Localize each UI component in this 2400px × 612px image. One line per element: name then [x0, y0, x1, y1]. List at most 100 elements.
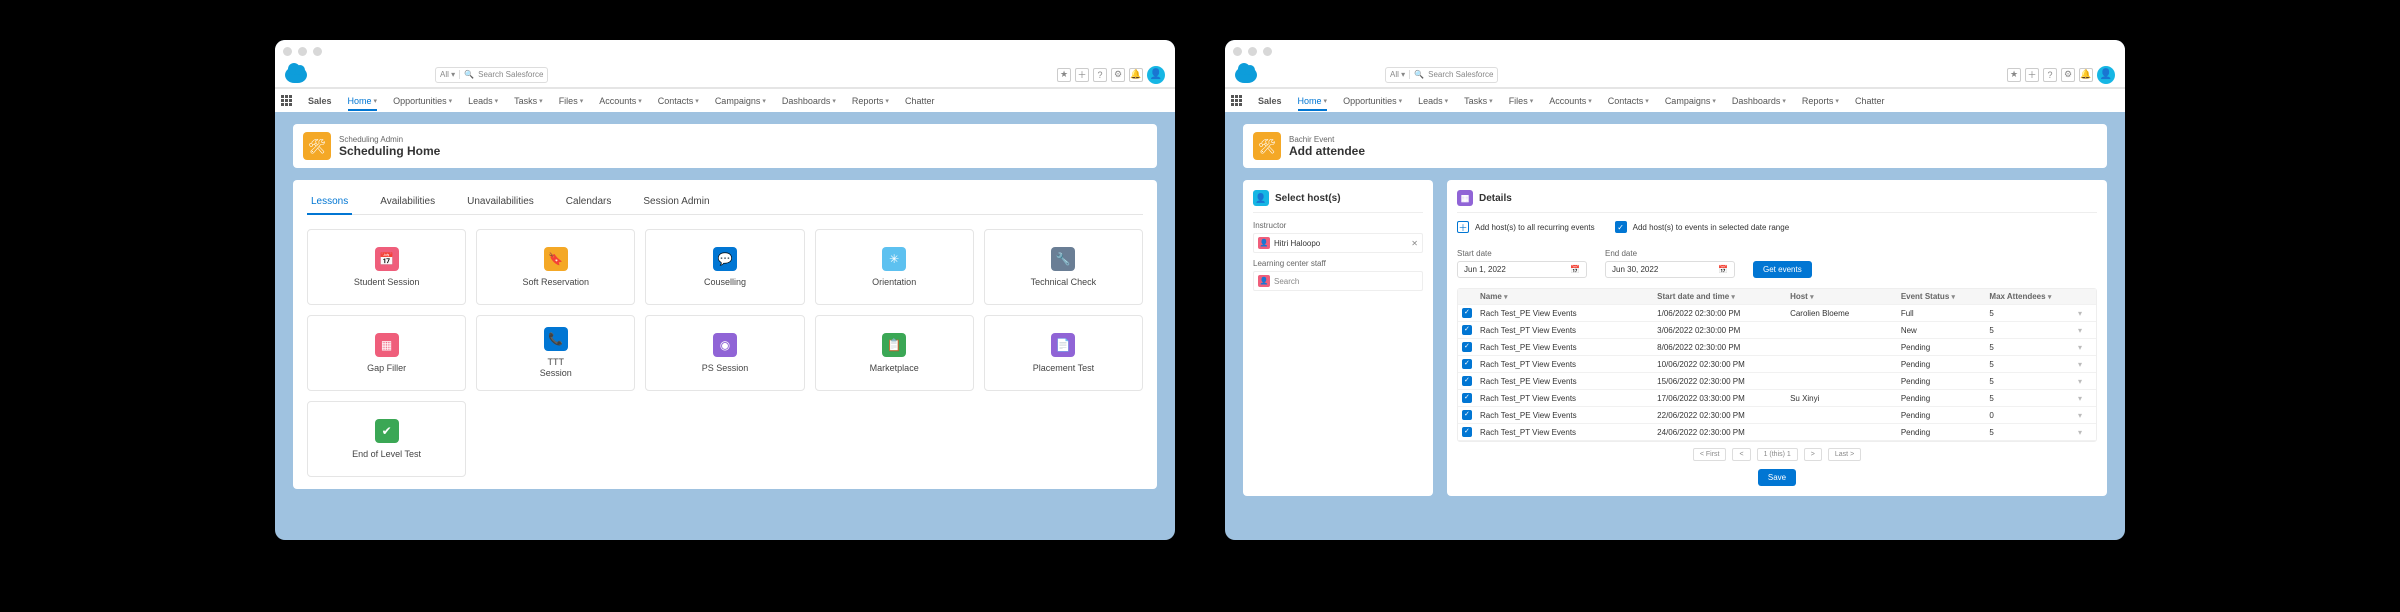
lesson-card[interactable]: ✔End of Level Test	[307, 401, 466, 477]
row-checkbox[interactable]	[1462, 393, 1472, 403]
lesson-card[interactable]: 💬Couselling	[645, 229, 804, 305]
nav-tasks[interactable]: Tasks▾	[1464, 96, 1493, 106]
row-checkbox[interactable]	[1462, 325, 1472, 335]
option-date-range[interactable]: ✓Add host(s) to events in selected date …	[1615, 221, 1790, 233]
nav-dashboards[interactable]: Dashboards▾	[782, 96, 836, 106]
save-button[interactable]: Save	[1758, 469, 1796, 486]
instructor-pill[interactable]: 👤 Hitri Haloopo ✕	[1253, 233, 1423, 253]
user-avatar[interactable]: 👤	[1147, 66, 1165, 84]
favorites-icon[interactable]: ★	[1057, 68, 1071, 82]
end-date-input[interactable]: Jun 30, 2022📅	[1605, 261, 1735, 278]
table-row[interactable]: Rach Test_PT View Events17/06/2022 03:30…	[1458, 390, 2096, 407]
setup-gear-icon[interactable]: ⚙	[1111, 68, 1125, 82]
global-search[interactable]: All ▾ 🔍 Search Salesforce	[435, 67, 548, 83]
row-menu-icon[interactable]: ▾	[2078, 394, 2092, 403]
row-checkbox[interactable]	[1462, 410, 1472, 420]
nav-chatter[interactable]: Chatter	[1855, 96, 1885, 106]
traffic-light-max[interactable]	[313, 47, 322, 56]
search-scope[interactable]: All ▾	[440, 70, 460, 79]
lesson-card[interactable]: 📞TTTSession	[476, 315, 635, 391]
row-checkbox[interactable]	[1462, 359, 1472, 369]
get-events-button[interactable]: Get events	[1753, 261, 1812, 278]
row-menu-icon[interactable]: ▾	[2078, 343, 2092, 352]
traffic-light-close[interactable]	[1233, 47, 1242, 56]
row-menu-icon[interactable]: ▾	[2078, 309, 2092, 318]
row-checkbox[interactable]	[1462, 308, 1472, 318]
tab-lessons[interactable]: Lessons	[307, 192, 352, 215]
pager-first[interactable]: < First	[1693, 448, 1727, 461]
lesson-card[interactable]: 📅Student Session	[307, 229, 466, 305]
nav-campaigns[interactable]: Campaigns▾	[1665, 96, 1716, 106]
nav-reports[interactable]: Reports▾	[852, 96, 889, 106]
lesson-card[interactable]: 📋Marketplace	[815, 315, 974, 391]
lesson-card[interactable]: 📄Placement Test	[984, 315, 1143, 391]
add-icon[interactable]: ＋	[1075, 68, 1089, 82]
lesson-card[interactable]: ✳Orientation	[815, 229, 974, 305]
table-row[interactable]: Rach Test_PE View Events1/06/2022 02:30:…	[1458, 305, 2096, 322]
traffic-light-min[interactable]	[298, 47, 307, 56]
table-row[interactable]: Rach Test_PT View Events10/06/2022 02:30…	[1458, 356, 2096, 373]
option-all-recurring[interactable]: ＋Add host(s) to all recurring events	[1457, 221, 1595, 233]
table-row[interactable]: Rach Test_PE View Events15/06/2022 02:30…	[1458, 373, 2096, 390]
nav-accounts[interactable]: Accounts▾	[599, 96, 642, 106]
traffic-light-close[interactable]	[283, 47, 292, 56]
row-menu-icon[interactable]: ▾	[2078, 377, 2092, 386]
row-menu-icon[interactable]: ▾	[2078, 326, 2092, 335]
row-checkbox[interactable]	[1462, 342, 1472, 352]
pager-prev[interactable]: <	[1732, 448, 1750, 461]
tab-availabilities[interactable]: Availabilities	[376, 192, 439, 214]
row-checkbox[interactable]	[1462, 427, 1472, 437]
col-status[interactable]: Event Status ▾	[1901, 292, 1990, 301]
start-date-input[interactable]: Jun 1, 2022📅	[1457, 261, 1587, 278]
nav-opportunities[interactable]: Opportunities▾	[1343, 96, 1402, 106]
table-row[interactable]: Rach Test_PE View Events22/06/2022 02:30…	[1458, 407, 2096, 424]
nav-contacts[interactable]: Contacts▾	[658, 96, 699, 106]
app-launcher-icon[interactable]	[281, 95, 292, 106]
user-avatar[interactable]: 👤	[2097, 66, 2115, 84]
nav-accounts[interactable]: Accounts▾	[1549, 96, 1592, 106]
nav-leads[interactable]: Leads▾	[1418, 96, 1448, 106]
nav-tasks[interactable]: Tasks▾	[514, 96, 543, 106]
nav-reports[interactable]: Reports▾	[1802, 96, 1839, 106]
app-launcher-icon[interactable]	[1231, 95, 1242, 106]
nav-files[interactable]: Files▾	[559, 96, 584, 106]
lesson-card[interactable]: 🔖Soft Reservation	[476, 229, 635, 305]
pager-last[interactable]: Last >	[1828, 448, 1861, 461]
nav-contacts[interactable]: Contacts▾	[1608, 96, 1649, 106]
row-menu-icon[interactable]: ▾	[2078, 360, 2092, 369]
col-start[interactable]: Start date and time ▾	[1657, 292, 1790, 301]
nav-home[interactable]: Home▾	[348, 96, 378, 111]
row-menu-icon[interactable]: ▾	[2078, 411, 2092, 420]
nav-leads[interactable]: Leads▾	[468, 96, 498, 106]
help-icon[interactable]: ?	[2043, 68, 2057, 82]
nav-chatter[interactable]: Chatter	[905, 96, 935, 106]
col-max[interactable]: Max Attendees ▾	[1989, 292, 2078, 301]
tab-session-admin[interactable]: Session Admin	[639, 192, 713, 214]
lesson-card[interactable]: ◉PS Session	[645, 315, 804, 391]
staff-search[interactable]: 👤 Search	[1253, 271, 1423, 291]
lesson-card[interactable]: ▦Gap Filler	[307, 315, 466, 391]
favorites-icon[interactable]: ★	[2007, 68, 2021, 82]
row-checkbox[interactable]	[1462, 376, 1472, 386]
traffic-light-max[interactable]	[1263, 47, 1272, 56]
remove-instructor-icon[interactable]: ✕	[1411, 239, 1418, 248]
search-scope[interactable]: All ▾	[1390, 70, 1410, 79]
notifications-bell-icon[interactable]: 🔔	[2079, 68, 2093, 82]
nav-dashboards[interactable]: Dashboards▾	[1732, 96, 1786, 106]
global-search[interactable]: All ▾ 🔍 Search Salesforce	[1385, 67, 1498, 83]
col-name[interactable]: Name ▾	[1480, 292, 1657, 301]
tab-calendars[interactable]: Calendars	[562, 192, 616, 214]
col-host[interactable]: Host ▾	[1790, 292, 1901, 301]
table-row[interactable]: Rach Test_PT View Events3/06/2022 02:30:…	[1458, 322, 2096, 339]
notifications-bell-icon[interactable]: 🔔	[1129, 68, 1143, 82]
nav-home[interactable]: Home▾	[1298, 96, 1328, 111]
add-icon[interactable]: ＋	[2025, 68, 2039, 82]
lesson-card[interactable]: 🔧Technical Check	[984, 229, 1143, 305]
table-row[interactable]: Rach Test_PE View Events8/06/2022 02:30:…	[1458, 339, 2096, 356]
setup-gear-icon[interactable]: ⚙	[2061, 68, 2075, 82]
nav-files[interactable]: Files▾	[1509, 96, 1534, 106]
pager-next[interactable]: >	[1804, 448, 1822, 461]
traffic-light-min[interactable]	[1248, 47, 1257, 56]
table-row[interactable]: Rach Test_PT View Events24/06/2022 02:30…	[1458, 424, 2096, 441]
nav-opportunities[interactable]: Opportunities▾	[393, 96, 452, 106]
